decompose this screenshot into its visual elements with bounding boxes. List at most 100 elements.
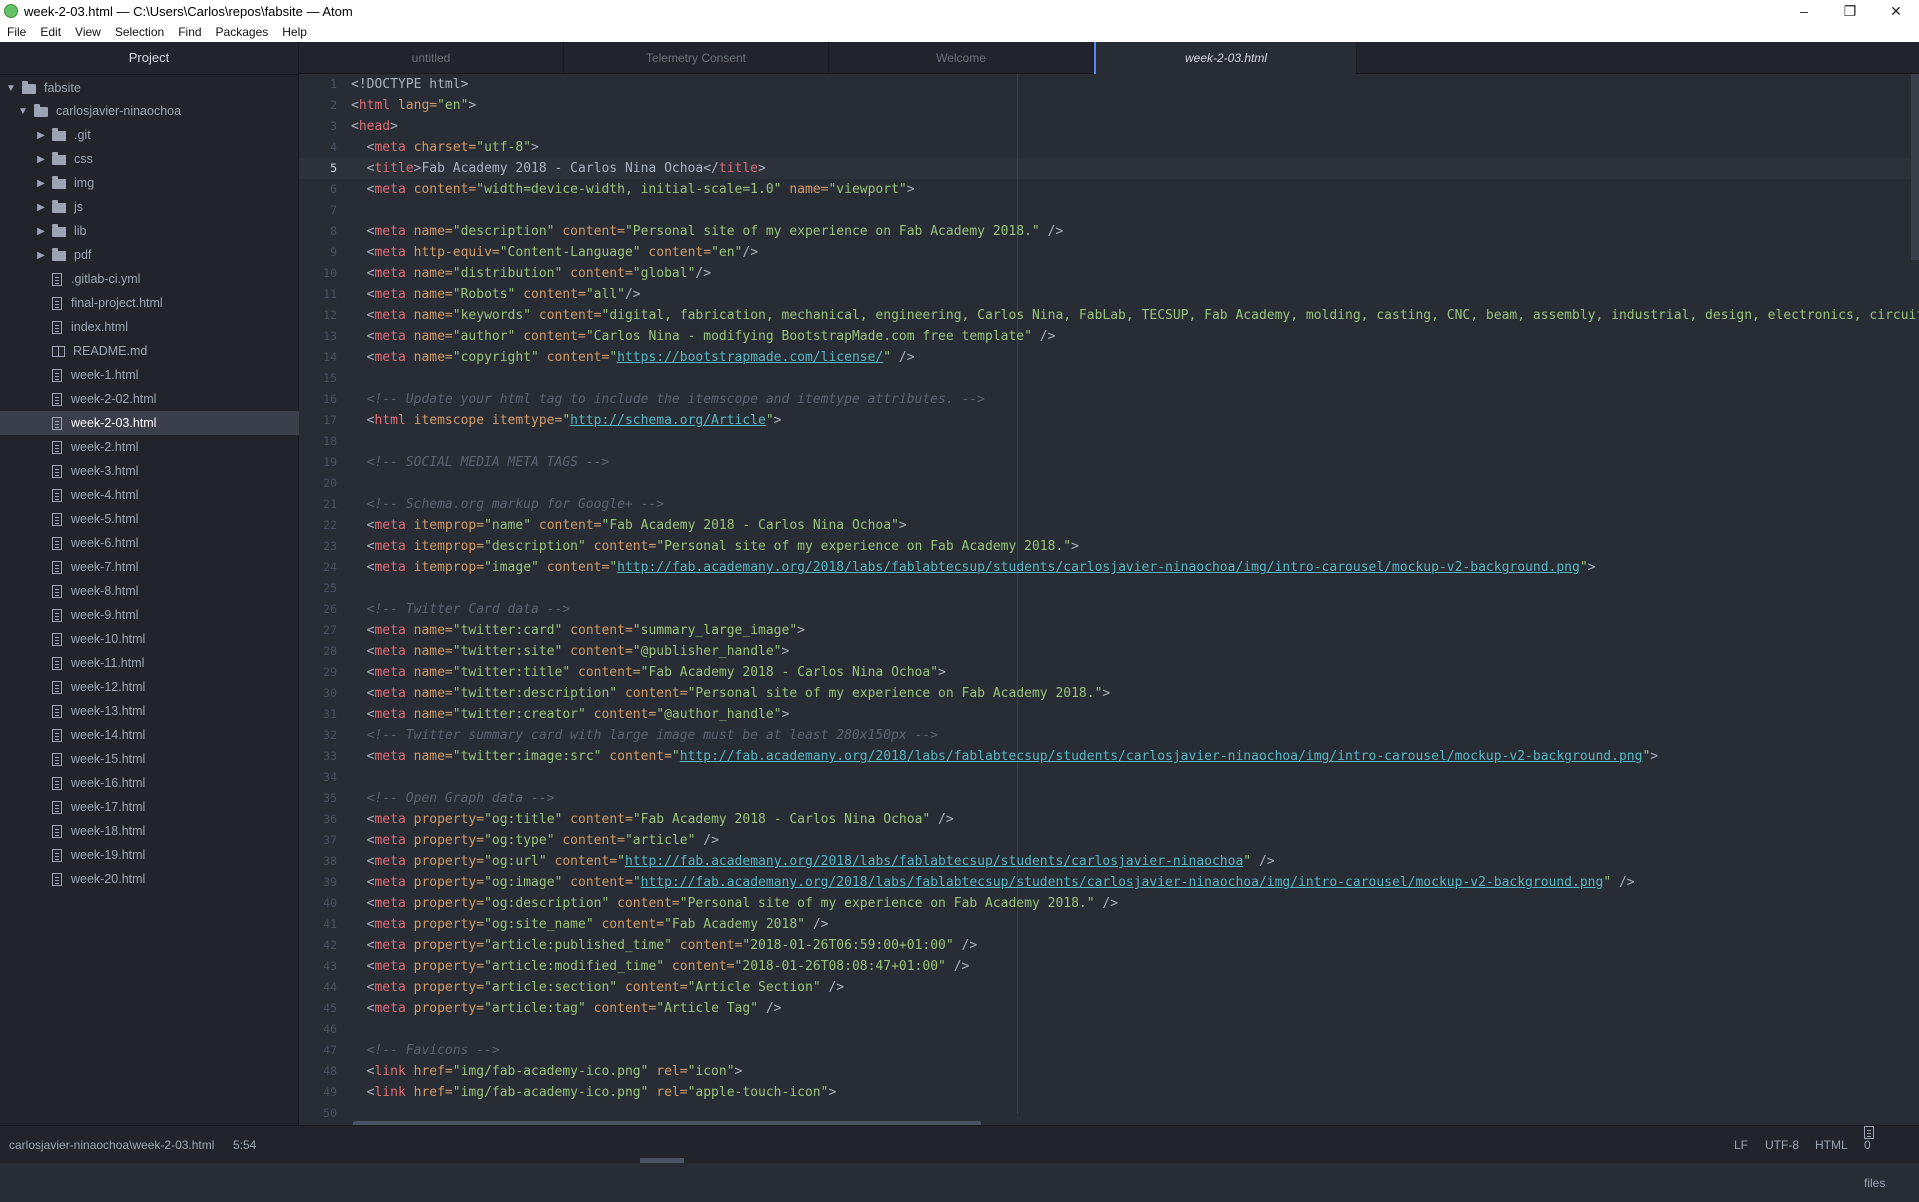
line-number[interactable]: 8 <box>330 221 337 242</box>
code-line[interactable]: <meta property="article:published_time" … <box>351 935 977 956</box>
line-number[interactable]: 2 <box>330 95 337 116</box>
tree-item[interactable]: final-project.html <box>0 291 299 315</box>
line-number[interactable]: 9 <box>330 242 337 263</box>
line-number[interactable]: 22 <box>323 515 337 536</box>
menu-edit[interactable]: Edit <box>33 25 68 39</box>
line-number[interactable]: 16 <box>323 389 337 410</box>
code-line[interactable]: <meta property="article:section" content… <box>351 977 844 998</box>
code-line[interactable]: <!-- Open Graph data --> <box>351 788 555 809</box>
code-line[interactable]: <meta name="Robots" content="all"/> <box>351 284 641 305</box>
tree-project-folder[interactable]: ▼ carlosjavier-ninaochoa <box>0 99 299 123</box>
code-line[interactable]: <title>Fab Academy 2018 - Carlos Nina Oc… <box>351 158 766 179</box>
line-number[interactable]: 1 <box>330 74 337 95</box>
code-line[interactable]: <meta name="keywords" content="digital, … <box>351 305 1919 326</box>
tree-item[interactable]: .gitlab-ci.yml <box>0 267 299 291</box>
line-number[interactable]: 44 <box>323 977 337 998</box>
line-number[interactable]: 5 <box>330 158 337 179</box>
line-number[interactable]: 45 <box>323 998 337 1019</box>
code-line[interactable]: <meta name="twitter:title" content="Fab … <box>351 662 946 683</box>
minimize-button[interactable]: – <box>1781 0 1827 22</box>
code-line[interactable]: <meta name="description" content="Person… <box>351 221 1063 242</box>
tree-item[interactable]: week-3.html <box>0 459 299 483</box>
restore-button[interactable]: ❐ <box>1827 0 1873 22</box>
chevron-right-icon[interactable]: ▶ <box>36 130 46 141</box>
tree-item[interactable]: ▶css <box>0 147 299 171</box>
menu-file[interactable]: File <box>0 25 33 39</box>
code-line[interactable]: <meta property="article:modified_time" c… <box>351 956 969 977</box>
line-number[interactable]: 13 <box>323 326 337 347</box>
line-number[interactable]: 27 <box>323 620 337 641</box>
line-number[interactable]: 11 <box>323 284 337 305</box>
tree-item[interactable]: week-2.html <box>0 435 299 459</box>
line-number[interactable]: 40 <box>323 893 337 914</box>
tree-item[interactable]: week-2-02.html <box>0 387 299 411</box>
code-line[interactable]: <!-- Favicons --> <box>351 1040 500 1061</box>
line-number[interactable]: 3 <box>330 116 337 137</box>
line-number[interactable]: 28 <box>323 641 337 662</box>
tree-item[interactable]: week-15.html <box>0 747 299 771</box>
menu-view[interactable]: View <box>68 25 108 39</box>
code-line[interactable]: <html lang="en"> <box>351 95 476 116</box>
line-number[interactable]: 18 <box>323 431 337 452</box>
tree-item[interactable]: week-7.html <box>0 555 299 579</box>
code-line[interactable]: <meta property="og:url" content="http://… <box>351 851 1275 872</box>
tree-item[interactable]: week-20.html <box>0 867 299 891</box>
tree-item[interactable]: README.md <box>0 339 299 363</box>
code-line[interactable]: <meta charset="utf-8"> <box>351 137 539 158</box>
code-line[interactable]: <meta property="article:tag" content="Ar… <box>351 998 782 1019</box>
status-cursor-position[interactable]: 5:54 <box>233 1126 256 1164</box>
code-line[interactable]: <meta itemprop="description" content="Pe… <box>351 536 1079 557</box>
tree-item[interactable]: week-14.html <box>0 723 299 747</box>
line-number[interactable]: 33 <box>323 746 337 767</box>
tree-item[interactable]: week-4.html <box>0 483 299 507</box>
line-number[interactable]: 48 <box>323 1061 337 1082</box>
tab-untitled[interactable]: untitled <box>299 42 564 74</box>
chevron-right-icon[interactable]: ▶ <box>36 202 46 213</box>
tree-item[interactable]: ▶js <box>0 195 299 219</box>
line-number[interactable]: 37 <box>323 830 337 851</box>
tree-item[interactable]: week-19.html <box>0 843 299 867</box>
tree-item[interactable]: week-5.html <box>0 507 299 531</box>
code-line[interactable]: <!-- Schema.org markup for Google+ --> <box>351 494 664 515</box>
tree-item[interactable]: ▶.git <box>0 123 299 147</box>
tree-item[interactable]: week-8.html <box>0 579 299 603</box>
line-number[interactable]: 26 <box>323 599 337 620</box>
code-line[interactable]: <!DOCTYPE html> <box>351 74 468 95</box>
line-number[interactable]: 23 <box>323 536 337 557</box>
code-line[interactable]: <meta name="twitter:creator" content="@a… <box>351 704 789 725</box>
code-line[interactable]: <!-- Twitter Card data --> <box>351 599 570 620</box>
tree-root-folder[interactable]: ▼ fabsite <box>0 76 299 100</box>
line-number[interactable]: 41 <box>323 914 337 935</box>
code-editor[interactable]: 1234567891011121314151617181920212223242… <box>299 74 1919 1125</box>
line-number[interactable]: 38 <box>323 851 337 872</box>
line-number[interactable]: 12 <box>323 305 337 326</box>
menu-help[interactable]: Help <box>275 25 314 39</box>
line-number[interactable]: 7 <box>330 200 337 221</box>
tree-item[interactable]: ▶lib <box>0 219 299 243</box>
line-number[interactable]: 43 <box>323 956 337 977</box>
code-line[interactable]: <meta name="twitter:description" content… <box>351 683 1110 704</box>
code-line[interactable]: <meta itemprop="image" content="http://f… <box>351 557 1596 578</box>
code-line[interactable]: <meta name="twitter:image:src" content="… <box>351 746 1658 767</box>
chevron-right-icon[interactable]: ▶ <box>36 250 46 261</box>
line-number[interactable]: 39 <box>323 872 337 893</box>
code-line[interactable]: <meta http-equiv="Content-Language" cont… <box>351 242 758 263</box>
code-line[interactable]: <meta property="og:image" content="http:… <box>351 872 1635 893</box>
menu-find[interactable]: Find <box>171 25 208 39</box>
line-number[interactable]: 15 <box>323 368 337 389</box>
line-number[interactable]: 29 <box>323 662 337 683</box>
tab-week-2-03[interactable]: week-2-03.html <box>1094 42 1357 74</box>
line-number[interactable]: 30 <box>323 683 337 704</box>
line-number[interactable]: 42 <box>323 935 337 956</box>
tree-item[interactable]: index.html <box>0 315 299 339</box>
line-number[interactable]: 21 <box>323 494 337 515</box>
code-line[interactable]: <link href="img/fab-academy-ico.png" rel… <box>351 1082 836 1103</box>
code-line[interactable]: <!-- Twitter summary card with large ima… <box>351 725 938 746</box>
tab-telemetry-consent[interactable]: Telemetry Consent <box>564 42 829 74</box>
line-number[interactable]: 19 <box>323 452 337 473</box>
line-number[interactable]: 50 <box>323 1103 337 1124</box>
chevron-right-icon[interactable]: ▶ <box>36 226 46 237</box>
vertical-scrollbar[interactable] <box>1911 74 1919 260</box>
code-line[interactable]: <meta name="copyright" content="https://… <box>351 347 915 368</box>
code-line[interactable]: <meta property="og:description" content=… <box>351 893 1118 914</box>
